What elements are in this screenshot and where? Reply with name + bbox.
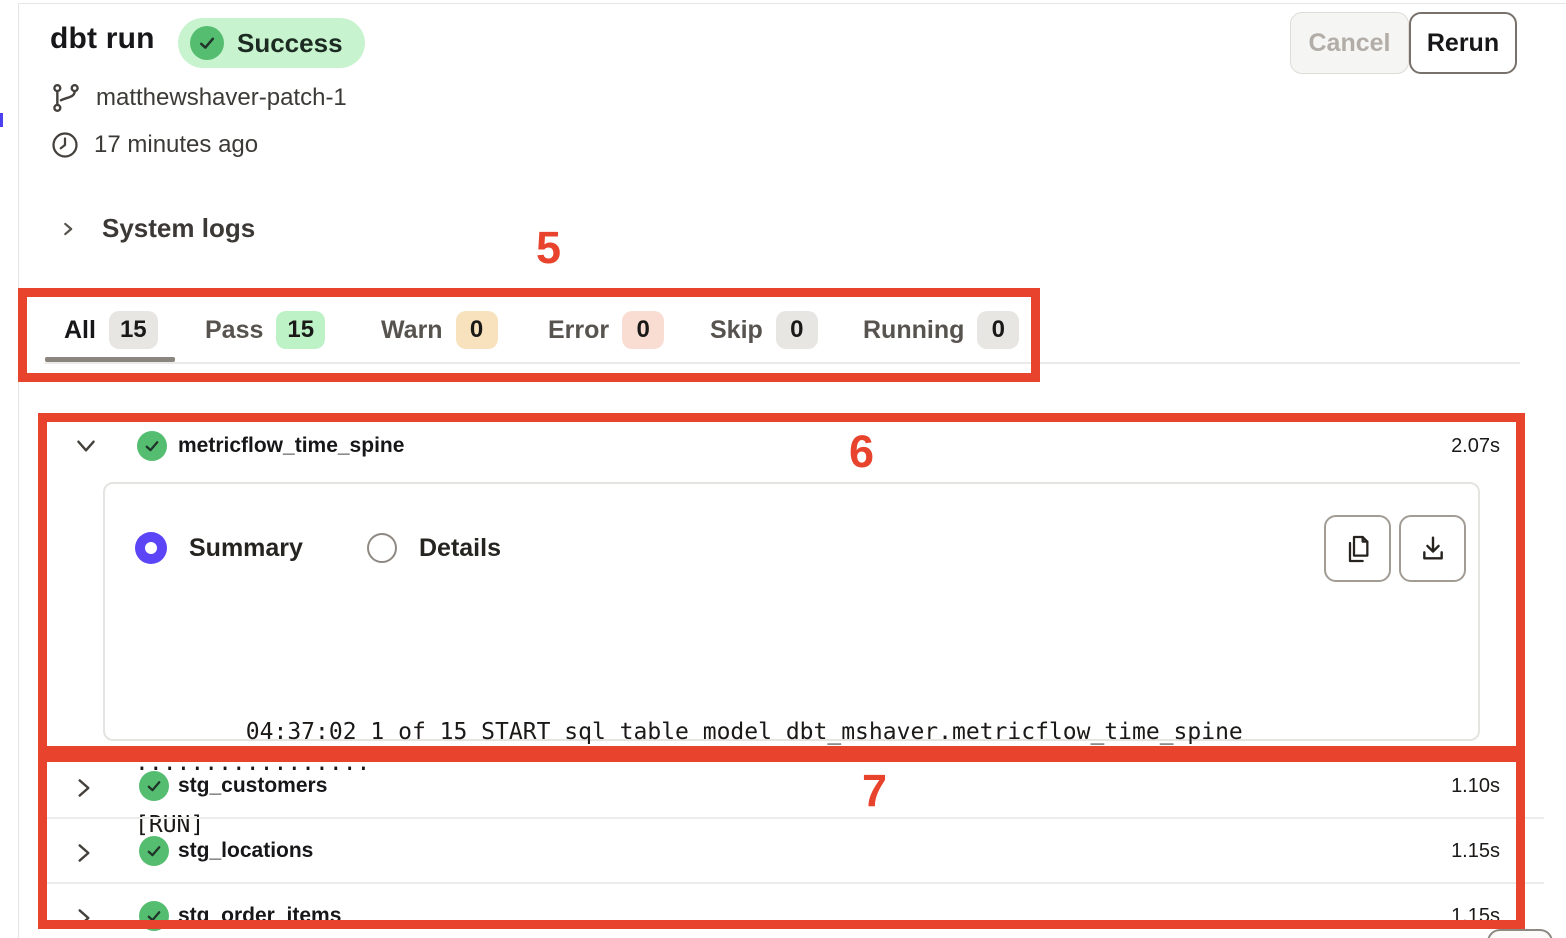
system-logs-toggle[interactable]: System logs bbox=[57, 213, 255, 244]
annotation-number-7: 7 bbox=[862, 765, 887, 817]
dbt-run-detail-page: dbt run Success matthewshaver-patch-1 17… bbox=[0, 0, 1566, 938]
page-title: dbt run bbox=[50, 22, 155, 56]
tab-error-count-badge: 0 bbox=[622, 311, 664, 349]
annotation-number-5: 5 bbox=[536, 222, 561, 274]
tab-pass-label: Pass bbox=[205, 316, 263, 345]
tab-running[interactable]: Running 0 bbox=[863, 311, 1019, 349]
model-name[interactable]: stg_order_items bbox=[178, 904, 341, 928]
log-line-continuation: [RUN] bbox=[135, 810, 1455, 841]
rerun-button[interactable]: Rerun bbox=[1409, 12, 1517, 74]
expand-chevron-right-icon[interactable] bbox=[75, 905, 93, 931]
status-badge: Success bbox=[178, 18, 365, 68]
log-line-text: 04:37:02 1 of 15 START sql table model d… bbox=[135, 719, 1257, 776]
tab-skip-label: Skip bbox=[710, 316, 763, 345]
model-duration: 1.15s bbox=[1451, 840, 1500, 863]
tab-all-label: All bbox=[64, 316, 96, 345]
edge-cursor-tick bbox=[0, 113, 3, 127]
card-left-border bbox=[18, 3, 19, 938]
model-duration: 2.07s bbox=[1451, 435, 1500, 458]
model-success-check-icon bbox=[137, 431, 167, 461]
download-logs-button[interactable] bbox=[1399, 515, 1466, 582]
details-radio-option[interactable]: Details bbox=[367, 533, 501, 563]
model-success-check-icon bbox=[139, 836, 169, 866]
system-logs-label: System logs bbox=[102, 213, 255, 244]
time-row: 17 minutes ago bbox=[50, 130, 258, 160]
tab-error-label: Error bbox=[548, 316, 609, 345]
branch-name: matthewshaver-patch-1 bbox=[96, 84, 347, 112]
log-line: 04:37:02 1 of 15 START sql table model d… bbox=[135, 686, 1455, 903]
cancel-button[interactable]: Cancel bbox=[1290, 12, 1409, 74]
collapse-chevron-down-icon[interactable] bbox=[73, 437, 99, 455]
model-log-panel: Summary Details 04:37:02 1 of 15 START s… bbox=[103, 482, 1480, 741]
clock-icon bbox=[50, 130, 80, 160]
radio-selected-icon bbox=[135, 532, 167, 564]
expand-chevron-right-icon[interactable] bbox=[75, 775, 93, 801]
card-top-border bbox=[18, 3, 1566, 4]
tab-skip-count-badge: 0 bbox=[776, 311, 818, 349]
status-badge-label: Success bbox=[237, 28, 343, 59]
details-radio-label: Details bbox=[419, 534, 501, 563]
model-name[interactable]: stg_customers bbox=[178, 774, 327, 798]
model-name[interactable]: metricflow_time_spine bbox=[178, 434, 404, 458]
summary-radio-option[interactable]: Summary bbox=[135, 532, 303, 564]
run-time-ago: 17 minutes ago bbox=[94, 131, 258, 159]
tab-error[interactable]: Error 0 bbox=[548, 311, 664, 349]
copy-icon bbox=[1342, 533, 1374, 565]
tab-running-count-badge: 0 bbox=[977, 311, 1019, 349]
radio-unselected-icon bbox=[367, 533, 397, 563]
tab-all-count-badge: 15 bbox=[109, 311, 158, 349]
tab-warn[interactable]: Warn 0 bbox=[381, 311, 498, 349]
model-duration: 1.15s bbox=[1451, 905, 1500, 928]
summary-radio-label: Summary bbox=[189, 534, 303, 563]
bottom-partial-button[interactable] bbox=[1487, 929, 1553, 938]
expand-chevron-right-icon[interactable] bbox=[75, 840, 93, 866]
tabs-bottom-border bbox=[45, 362, 1520, 364]
log-output: 04:37:02 1 of 15 START sql table model d… bbox=[135, 624, 1455, 938]
tab-all[interactable]: All 15 bbox=[64, 311, 158, 349]
tab-warn-label: Warn bbox=[381, 316, 443, 345]
download-icon bbox=[1417, 533, 1449, 565]
row-divider bbox=[46, 882, 1544, 884]
annotation-number-6: 6 bbox=[849, 426, 874, 478]
model-success-check-icon bbox=[139, 771, 169, 801]
copy-logs-button[interactable] bbox=[1324, 515, 1391, 582]
chevron-right-icon bbox=[57, 215, 79, 243]
tab-skip[interactable]: Skip 0 bbox=[710, 311, 818, 349]
tab-running-label: Running bbox=[863, 316, 964, 345]
branch-row: matthewshaver-patch-1 bbox=[50, 82, 347, 114]
model-duration: 1.10s bbox=[1451, 775, 1500, 798]
model-name[interactable]: stg_locations bbox=[178, 839, 313, 863]
tab-warn-count-badge: 0 bbox=[456, 311, 498, 349]
model-success-check-icon bbox=[139, 901, 169, 931]
git-branch-icon bbox=[50, 82, 82, 114]
row-divider bbox=[46, 817, 1544, 819]
tab-pass-count-badge: 15 bbox=[276, 311, 325, 349]
success-check-icon bbox=[190, 26, 224, 60]
tab-pass[interactable]: Pass 15 bbox=[205, 311, 325, 349]
